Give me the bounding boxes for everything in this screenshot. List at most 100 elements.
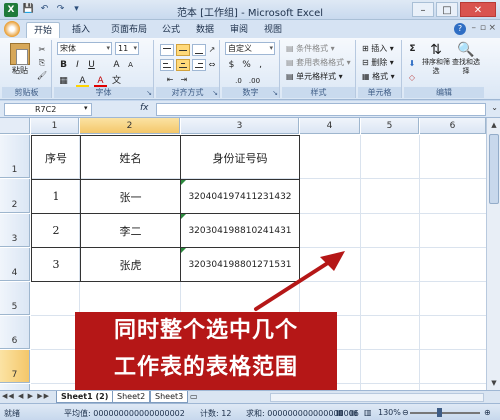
column-header[interactable]: 1 bbox=[31, 118, 79, 134]
tab-page-layout[interactable]: 页面布局 bbox=[104, 22, 154, 38]
format-cells-button[interactable]: ▦ 格式 ▾ bbox=[362, 71, 395, 82]
name-box[interactable]: R7C2 bbox=[4, 103, 92, 116]
find-select-button[interactable]: 🔍 查找和选择 bbox=[452, 42, 480, 76]
sheet-tab[interactable]: Sheet1 (2) bbox=[56, 391, 114, 403]
maximize-button[interactable]: □ bbox=[436, 2, 458, 17]
column-header[interactable]: 4 bbox=[300, 118, 360, 134]
format-painter-icon[interactable]: 🖌 bbox=[36, 70, 48, 81]
alignment-launcher-icon[interactable]: ↘ bbox=[212, 89, 218, 97]
font-size-dropdown[interactable]: 11 ▾ bbox=[115, 42, 139, 55]
chevron-down-icon[interactable]: ▾ bbox=[84, 104, 88, 112]
align-right-button[interactable] bbox=[192, 59, 206, 71]
clear-icon[interactable]: ◇ bbox=[406, 72, 418, 83]
zoom-slider-thumb[interactable] bbox=[437, 408, 442, 417]
new-sheet-icon[interactable]: ▭ bbox=[190, 392, 198, 401]
currency-icon[interactable]: $ bbox=[225, 59, 238, 72]
close-button[interactable]: ✕ bbox=[460, 2, 496, 17]
minimize-button[interactable]: – bbox=[412, 2, 434, 17]
zoom-out-icon[interactable]: ⊖ bbox=[402, 408, 409, 417]
font-launcher-icon[interactable]: ↘ bbox=[146, 89, 152, 97]
format-as-table-button[interactable]: ▤ 套用表格格式 ▾ bbox=[286, 57, 351, 68]
delete-cells-button[interactable]: ⊟ 删除 ▾ bbox=[362, 57, 394, 68]
tab-home[interactable]: 开始 bbox=[26, 22, 60, 38]
scroll-up-icon[interactable]: ▲ bbox=[488, 119, 500, 131]
bold-button[interactable]: B bbox=[57, 59, 70, 72]
align-center-button[interactable] bbox=[176, 59, 190, 71]
zoom-slider[interactable] bbox=[410, 412, 480, 414]
table-cell[interactable]: 1 bbox=[31, 179, 81, 214]
row-header[interactable]: 6 bbox=[0, 316, 30, 349]
tab-review[interactable]: 审阅 bbox=[224, 22, 254, 38]
table-cell[interactable]: 2 bbox=[31, 213, 81, 248]
row-header[interactable]: 5 bbox=[0, 282, 30, 315]
tab-view[interactable]: 视图 bbox=[258, 22, 288, 38]
tab-data[interactable]: 数据 bbox=[190, 22, 220, 38]
table-header-cell[interactable]: 姓名 bbox=[80, 135, 181, 180]
grow-font-button[interactable]: A bbox=[110, 59, 123, 72]
zoom-in-icon[interactable]: ⊕ bbox=[484, 408, 491, 417]
orientation-icon[interactable]: ↗ bbox=[206, 44, 218, 55]
row-header[interactable]: 4 bbox=[0, 248, 30, 281]
normal-view-icon[interactable]: ▦ bbox=[336, 408, 344, 417]
fill-down-icon[interactable]: ⬇ bbox=[406, 58, 418, 69]
row-header[interactable]: 2 bbox=[0, 179, 30, 213]
table-cell[interactable]: 张虎 bbox=[80, 247, 181, 282]
workbook-minimize-button[interactable]: – bbox=[472, 23, 477, 33]
number-format-dropdown[interactable]: 自定义 ▾ bbox=[225, 42, 275, 55]
sheet-tab[interactable]: Sheet2 bbox=[112, 391, 151, 403]
align-left-button[interactable] bbox=[160, 59, 174, 71]
italic-button[interactable]: I bbox=[71, 59, 84, 72]
workbook-close-button[interactable]: × bbox=[488, 23, 496, 33]
office-button[interactable] bbox=[4, 21, 20, 37]
horizontal-scrollbar[interactable] bbox=[270, 393, 484, 402]
align-bottom-button[interactable] bbox=[192, 44, 206, 56]
comma-button[interactable]: , bbox=[254, 59, 267, 72]
align-top-button[interactable] bbox=[160, 44, 174, 56]
table-cell[interactable]: 320304198810241431 bbox=[180, 213, 300, 248]
table-cell[interactable]: 张一 bbox=[80, 179, 181, 214]
zoom-level[interactable]: 130% bbox=[378, 408, 401, 417]
tab-formulas[interactable]: 公式 bbox=[156, 22, 186, 38]
insert-cells-button[interactable]: ⊞ 插入 ▾ bbox=[362, 43, 394, 54]
table-header-cell[interactable]: 序号 bbox=[31, 135, 81, 180]
cell-styles-button[interactable]: ▤ 单元格样式 ▾ bbox=[286, 71, 343, 82]
conditional-format-button[interactable]: ▤ 条件格式 ▾ bbox=[286, 43, 335, 54]
scroll-thumb[interactable] bbox=[489, 134, 499, 204]
tab-insert[interactable]: 插入 bbox=[64, 22, 98, 38]
merge-cells-icon[interactable]: ⇔ bbox=[206, 59, 218, 70]
percent-button[interactable]: % bbox=[240, 59, 253, 72]
sheet-tab[interactable]: Sheet3 bbox=[150, 391, 189, 403]
row-header[interactable]: 3 bbox=[0, 214, 30, 247]
column-header[interactable]: 5 bbox=[361, 118, 419, 134]
workbook-restore-button[interactable]: ▫ bbox=[480, 23, 486, 33]
indent-decrease-icon[interactable]: ⇤ bbox=[164, 74, 176, 85]
select-all-corner[interactable] bbox=[0, 118, 30, 134]
column-header[interactable]: 2 bbox=[80, 118, 180, 134]
sheet-nav-arrows[interactable]: ◀◀ ◀ ▶ ▶▶ bbox=[2, 392, 50, 400]
font-name-dropdown[interactable]: 宋体 ▾ bbox=[57, 42, 112, 55]
table-cell[interactable]: 3 bbox=[31, 247, 81, 282]
sort-filter-button[interactable]: ⇅ 排序和筛选 bbox=[422, 42, 450, 76]
expand-formula-icon[interactable]: ⌄ bbox=[491, 103, 498, 112]
table-cell[interactable]: 李二 bbox=[80, 213, 181, 248]
vertical-scrollbar[interactable]: ▲ ▼ bbox=[486, 118, 500, 390]
copy-icon[interactable]: ⎘ bbox=[36, 57, 48, 68]
insert-function-button[interactable]: fx bbox=[140, 103, 149, 113]
indent-increase-icon[interactable]: ⇥ bbox=[178, 74, 190, 85]
row-header[interactable]: 7 bbox=[0, 350, 30, 383]
underline-button[interactable]: U bbox=[85, 59, 98, 72]
cut-icon[interactable]: ✂ bbox=[36, 44, 48, 55]
column-header[interactable]: 3 bbox=[181, 118, 299, 134]
align-middle-button[interactable] bbox=[176, 44, 190, 56]
formula-input[interactable] bbox=[156, 103, 486, 116]
column-header[interactable]: 6 bbox=[420, 118, 486, 134]
table-cell[interactable]: 320404197411231432 bbox=[180, 179, 300, 214]
row-header[interactable]: 1 bbox=[0, 135, 30, 178]
paste-button[interactable]: 粘贴 bbox=[8, 43, 32, 76]
autosum-button[interactable]: Σ bbox=[406, 43, 419, 56]
shrink-font-button[interactable]: A bbox=[124, 59, 137, 72]
scroll-down-icon[interactable]: ▼ bbox=[488, 377, 500, 389]
page-break-view-icon[interactable]: ▥ bbox=[364, 408, 372, 417]
help-icon[interactable]: ? bbox=[454, 23, 466, 35]
table-header-cell[interactable]: 身份证号码 bbox=[180, 135, 300, 180]
